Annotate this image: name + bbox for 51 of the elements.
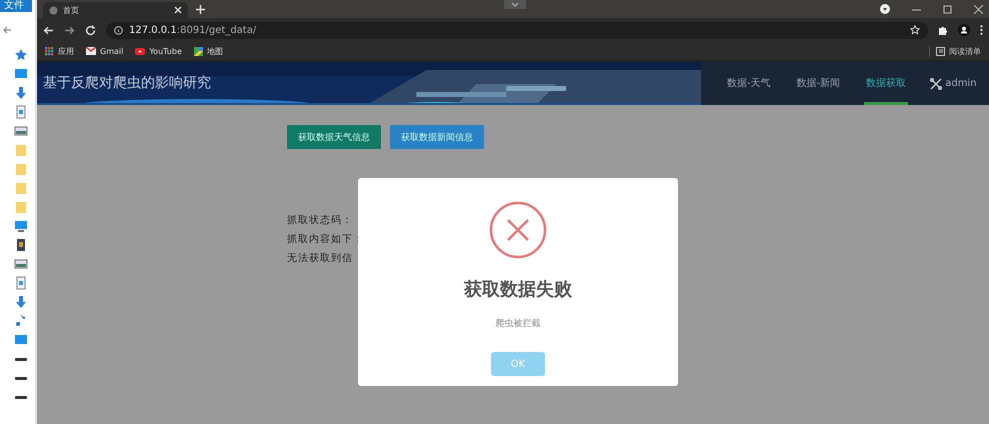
bookmark-link[interactable]: YouTube	[135, 46, 182, 56]
play-icon	[135, 48, 146, 54]
puzzle-icon[interactable]	[938, 25, 948, 35]
caret-down-icon[interactable]	[504, 0, 526, 9]
close-icon[interactable]	[974, 4, 983, 14]
profile-badge-icon[interactable]	[880, 4, 890, 14]
url-text: 127.0.0.1:8091/get_data/	[129, 24, 256, 36]
monitor-icon[interactable]	[14, 333, 28, 347]
fetch-button[interactable]: 获取数据新闻信息	[390, 125, 484, 149]
download-arrow-icon[interactable]	[14, 86, 28, 100]
close-icon[interactable]	[174, 6, 182, 14]
tab-title: 首页	[63, 4, 80, 16]
forward-arrow-icon[interactable]	[64, 24, 75, 36]
new-tab-icon[interactable]	[196, 5, 205, 14]
nav-tab[interactable]: 数据-天气	[725, 62, 773, 105]
download-arrow-icon[interactable]	[14, 295, 28, 309]
star-icon[interactable]	[14, 48, 28, 62]
result-text: 无法获取到信	[287, 252, 354, 264]
more-menu-icon[interactable]	[980, 25, 983, 35]
monitor-icon[interactable]	[14, 67, 28, 81]
bookmark-link[interactable]: 地图	[194, 46, 223, 56]
avatar-icon[interactable]	[958, 24, 970, 36]
bookmark-link[interactable]: Gmail	[86, 46, 124, 56]
grid-icon	[45, 46, 54, 56]
dialog-message: 爬虫被拦截	[496, 318, 540, 330]
bookmark-link[interactable]: 应用	[45, 46, 74, 56]
error-icon	[489, 201, 547, 259]
address-bar[interactable]: 127.0.0.1:8091/get_data/	[106, 22, 928, 38]
document-icon[interactable]	[14, 105, 28, 119]
tools-icon	[930, 78, 942, 90]
bookmark-star-icon[interactable]	[910, 25, 920, 35]
fetch-button[interactable]: 获取数据天气信息	[287, 125, 381, 149]
envelope-icon	[86, 47, 96, 55]
film-icon[interactable]	[14, 238, 28, 252]
info-icon	[114, 26, 123, 34]
computer-icon[interactable]	[14, 219, 28, 233]
reading-list-button[interactable]: 阅读清单	[929, 46, 981, 56]
nav-tab[interactable]: 数据-新闻	[794, 62, 842, 105]
restore-icon[interactable]	[943, 4, 952, 14]
image-icon[interactable]	[14, 124, 28, 138]
map-icon	[194, 46, 203, 56]
document-icon[interactable]	[14, 276, 28, 290]
browser-tab[interactable]: 首页	[43, 2, 188, 18]
nav-tab[interactable]: 数据获取	[864, 62, 908, 105]
image-icon[interactable]	[14, 257, 28, 271]
site-title: 基于反爬对爬虫的影响研究	[42, 74, 211, 92]
dialog-title: 获取数据失败	[464, 278, 572, 301]
result-text: 抓取状态码：	[287, 214, 354, 226]
reload-icon[interactable]	[85, 24, 96, 36]
user-menu[interactable]: admin	[930, 78, 977, 90]
list-icon	[936, 46, 945, 56]
